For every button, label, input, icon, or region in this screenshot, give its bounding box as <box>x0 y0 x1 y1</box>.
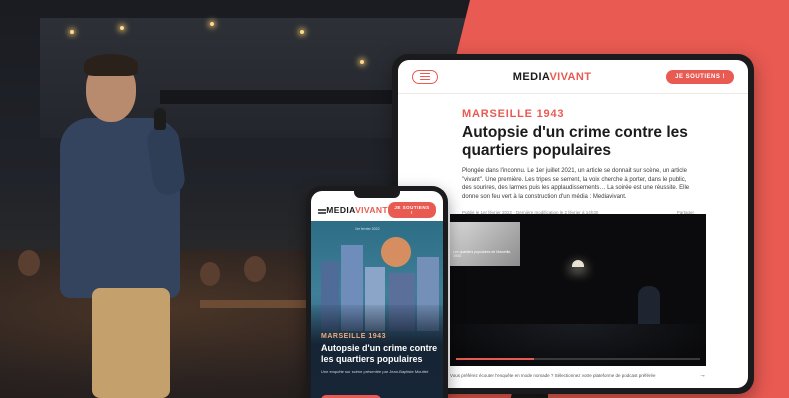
audience-member <box>18 250 40 276</box>
hero-visual: MEDIAVIVANT JE SOUTIENS ! MARSEILLE 1943… <box>0 0 789 398</box>
podcast-prompt: Vous préférez écouter l'enquête en mode … <box>450 372 706 379</box>
support-button[interactable]: JE SOUTIENS ! <box>666 69 734 84</box>
site-logo[interactable]: MEDIAVIVANT <box>326 205 388 215</box>
audience-member <box>244 256 266 282</box>
article-title: Autopsie d'un crime contre les quartiers… <box>321 343 438 364</box>
logo-text: MEDIA <box>326 205 356 215</box>
illustration-sun <box>381 237 411 267</box>
tablet-header: MEDIAVIVANT JE SOUTIENS ! <box>398 60 748 94</box>
audience-member <box>200 262 220 286</box>
speaker-legs <box>92 288 170 398</box>
video-progress-fill <box>456 358 535 360</box>
logo-text: MEDIA <box>512 70 550 83</box>
phone-mockup: MEDIAVIVANT JE SOUTIENS ! 1er février 20… <box>306 186 448 398</box>
hamburger-icon[interactable] <box>318 209 327 211</box>
string-light <box>70 30 74 34</box>
menu-button[interactable] <box>412 69 438 84</box>
phone-notch <box>354 191 400 198</box>
bistro-table <box>200 300 320 308</box>
article-kicker: MARSEILLE 1943 <box>321 333 386 340</box>
phone-screen: MEDIAVIVANT JE SOUTIENS ! 1er février 20… <box>311 191 443 398</box>
support-button[interactable]: JE SOUTIENS ! <box>388 202 436 218</box>
string-light <box>210 22 214 26</box>
speaker-hair <box>84 54 138 76</box>
hamburger-icon <box>420 75 430 78</box>
article-lead: Plongée dans l'inconnu. Le 1er juillet 2… <box>462 168 690 200</box>
string-light <box>300 30 304 34</box>
arrow-right-icon[interactable]: → <box>699 372 706 379</box>
microphone-icon <box>154 108 166 130</box>
logo-accent-text: VIVANT <box>549 70 592 83</box>
video-progress-bar[interactable] <box>456 358 700 360</box>
article-illustration: 1er février 2022 MARSEILLE 1943 Autopsie… <box>311 221 443 398</box>
article-kicker: MARSEILLE 1943 <box>462 108 565 120</box>
article-title: Autopsie d'un crime contre les quartiers… <box>462 124 688 159</box>
slide-caption: Les quartiers populaires de Marseille, 1… <box>453 250 512 258</box>
article-header: MARSEILLE 1943 Autopsie d'un crime contr… <box>398 94 748 215</box>
podcast-text: Vous préférez écouter l'enquête en mode … <box>450 373 656 378</box>
article-date: 1er février 2022 <box>355 227 380 231</box>
string-light <box>360 60 364 64</box>
projected-slide <box>450 222 520 266</box>
stage-lamp <box>572 260 584 267</box>
site-logo[interactable]: MEDIAVIVANT <box>513 71 592 83</box>
logo-accent-text: VIVANT <box>355 205 389 215</box>
video-player[interactable]: Les quartiers populaires de Marseille, 1… <box>450 214 706 366</box>
article-byline: Une enquête sur scène présentée par Jean… <box>321 369 429 374</box>
tablet-screen: MEDIAVIVANT JE SOUTIENS ! MARSEILLE 1943… <box>398 60 748 388</box>
string-light <box>120 26 124 30</box>
